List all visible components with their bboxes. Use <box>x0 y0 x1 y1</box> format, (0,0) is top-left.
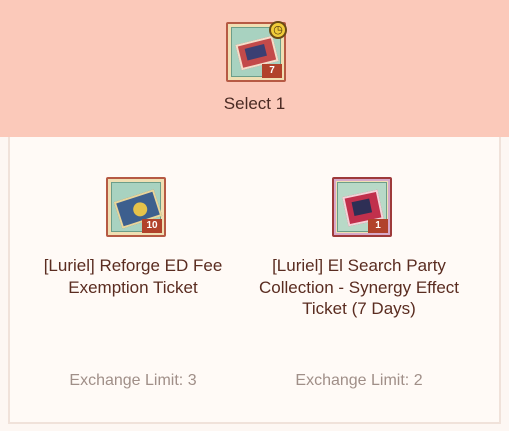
quantity-badge: 1 <box>368 219 388 233</box>
item-slot[interactable]: 1 <box>332 177 392 237</box>
select-count-label: Select 1 <box>223 94 286 113</box>
clock-icon: ◷ <box>269 21 287 39</box>
exchange-limit-label: Exchange Limit: 3 <box>69 372 197 389</box>
item-slot[interactable]: 10 <box>106 177 166 237</box>
exchange-limit-label: Exchange Limit: 2 <box>295 372 423 389</box>
reward-options-panel: 10 [Luriel] Reforge ED Fee Exemption Tic… <box>8 137 501 424</box>
reward-option-card[interactable]: 10 [Luriel] Reforge ED Fee Exemption Tic… <box>10 137 256 424</box>
item-name: [Luriel] El Search Party Collection - Sy… <box>259 256 459 318</box>
quantity-badge: 10 <box>142 219 162 233</box>
quantity-badge: 7 <box>262 64 282 78</box>
reward-option-card[interactable]: 1 [Luriel] El Search Party Collection - … <box>236 137 482 424</box>
selected-item-slot[interactable]: ◷ 7 <box>226 21 287 82</box>
selection-header: ◷ 7 Select 1 <box>0 0 509 137</box>
item-name: [Luriel] Reforge ED Fee Exemption Ticket <box>43 256 223 297</box>
